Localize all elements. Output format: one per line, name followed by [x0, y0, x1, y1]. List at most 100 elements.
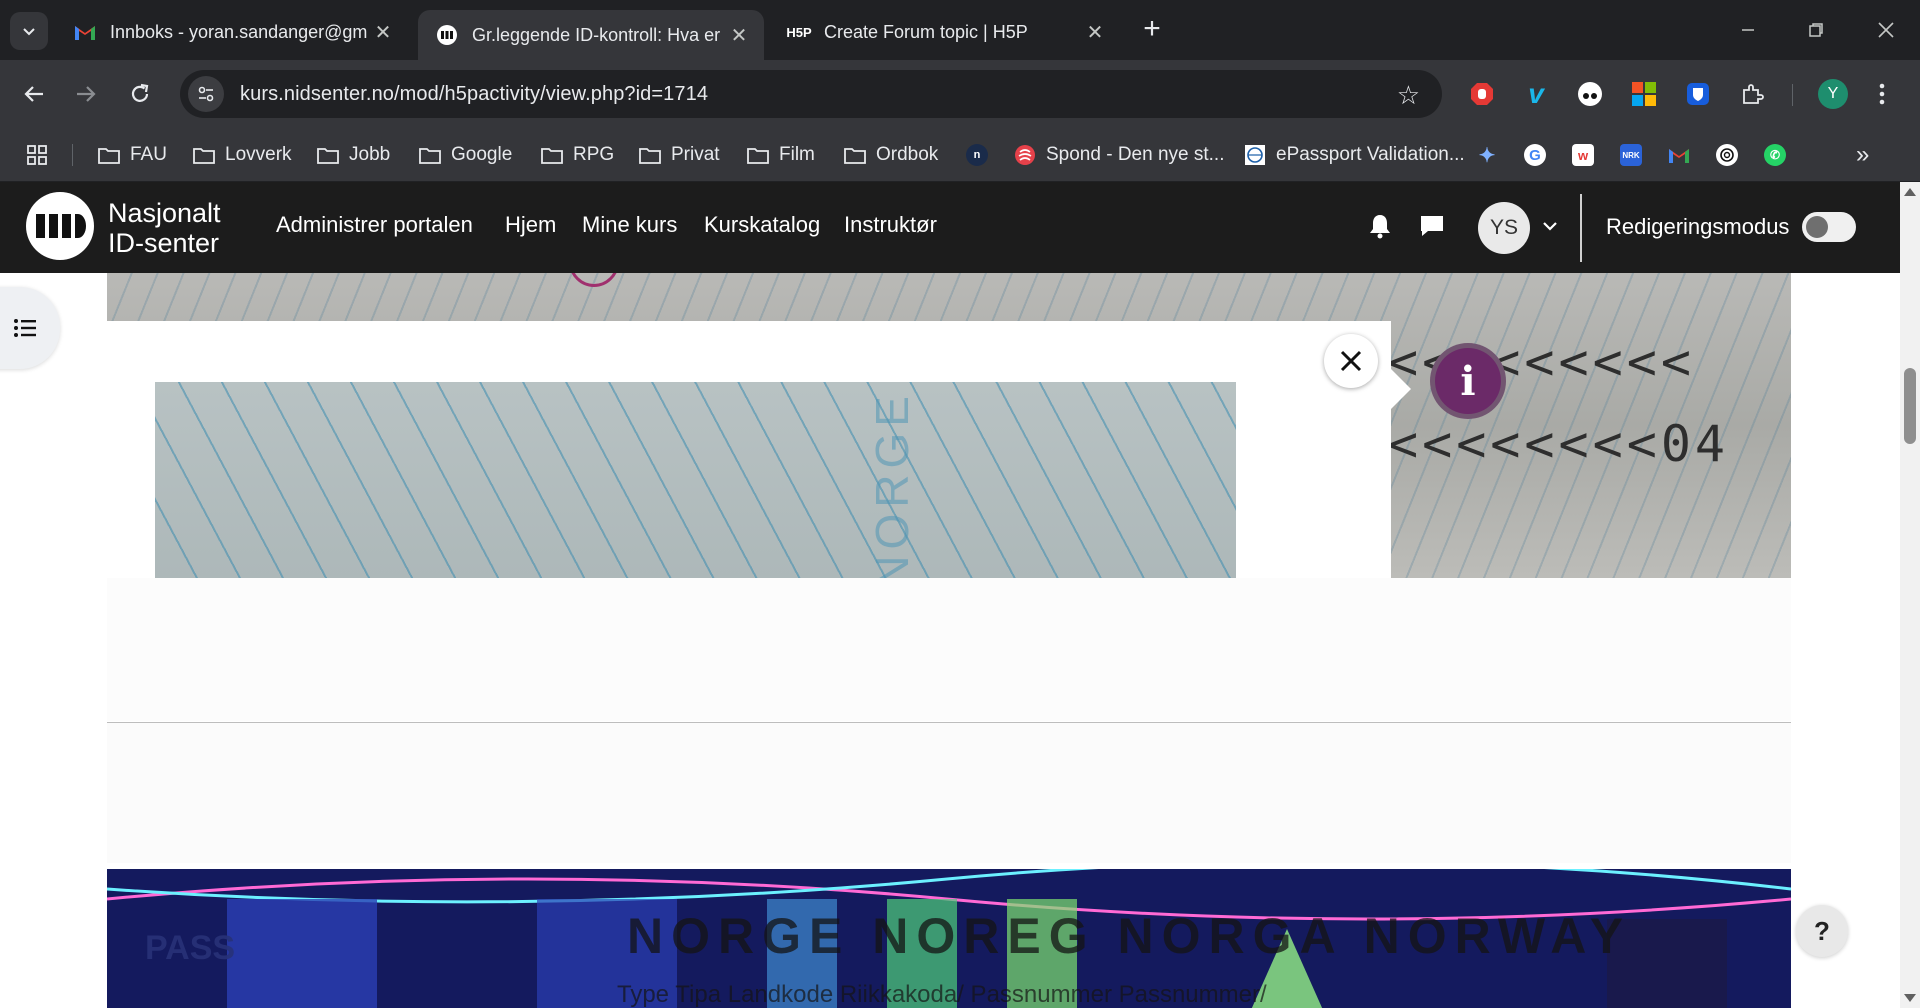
restore-button[interactable]: [1786, 10, 1846, 50]
apps-grid-icon[interactable]: [26, 128, 48, 182]
toggle-knob: [1806, 216, 1828, 238]
tampermonkey-extension-icon[interactable]: [1574, 78, 1606, 110]
scrollbar-thumb[interactable]: [1904, 368, 1916, 444]
bookmark-film[interactable]: Film: [747, 128, 815, 182]
nav-hjem[interactable]: Hjem: [505, 212, 556, 238]
folder-icon: [317, 144, 339, 166]
folder-icon: [541, 144, 563, 166]
bookmark-label: Lovverk: [225, 144, 292, 165]
popup-image: NORGE: [155, 382, 1236, 578]
nidsenter-logo-icon[interactable]: [26, 192, 94, 260]
nav-mine-kurs[interactable]: Mine kurs: [582, 212, 677, 238]
tab-title: Gr.leggende ID-kontroll: Hva er: [472, 24, 721, 45]
bookmark-label: Privat: [671, 144, 720, 165]
bookmark-google[interactable]: Google: [419, 128, 512, 182]
gmail-icon: [74, 21, 96, 43]
extensions-puzzle-icon[interactable]: [1736, 78, 1768, 110]
google-bookmark-icon[interactable]: G: [1524, 144, 1546, 166]
bookmark-label: ePassport Validation...: [1276, 144, 1465, 165]
microsoft-extension-icon[interactable]: [1628, 78, 1660, 110]
bookmark-epassport[interactable]: ePassport Validation...: [1244, 128, 1465, 182]
bookmark-spond[interactable]: Spond - Den nye st...: [1014, 128, 1225, 182]
reload-button[interactable]: [120, 74, 160, 114]
folder-icon: [747, 144, 769, 166]
tab-title: Create Forum topic | H5P: [824, 21, 1028, 42]
uv-passport-image: PASS NORGE NOREG NORGA NORWAY Type Tipa …: [107, 869, 1791, 1008]
close-icon: [1878, 22, 1894, 38]
back-arrow-icon: [24, 86, 43, 102]
user-menu-chevron-down-icon[interactable]: [1536, 212, 1564, 240]
tab-nidsenter[interactable]: Gr.leggende ID-kontroll: Hva er ✕: [418, 10, 764, 60]
uv-country-title: NORGE NOREG NORGA NORWAY: [627, 908, 1632, 964]
close-tab-icon[interactable]: ✕: [370, 19, 396, 45]
bookmark-label: Jobb: [349, 144, 391, 165]
icao-icon: [1244, 144, 1266, 166]
chrome-menu-icon[interactable]: [1866, 78, 1898, 110]
gmail-bookmark-icon[interactable]: [1668, 144, 1690, 166]
bookmark-ordbok[interactable]: Ordbok: [844, 128, 938, 182]
tab-strip: Innboks - yoran.sandanger@gm ✕ Gr.leggen…: [0, 0, 1920, 60]
wordle-bookmark-icon[interactable]: w: [1572, 144, 1594, 166]
mrz-line-2: <<<<<<<<04: [1388, 415, 1730, 473]
minimize-button[interactable]: [1718, 10, 1778, 50]
toolbar-divider: [1792, 84, 1793, 106]
nav-administrer-portalen[interactable]: Administrer portalen: [276, 212, 473, 238]
vimeo-extension-icon[interactable]: v: [1520, 78, 1552, 110]
help-button[interactable]: ?: [1796, 905, 1848, 957]
tab-search-button[interactable]: [10, 12, 48, 50]
edit-mode-toggle[interactable]: [1802, 212, 1856, 242]
logo-line2: ID-senter: [108, 228, 220, 258]
tab-h5p[interactable]: H5P Create Forum topic | H5P ✕: [770, 10, 1120, 54]
nav-instruktor[interactable]: Instruktør: [844, 212, 937, 238]
naob-bookmark-icon[interactable]: n: [966, 144, 988, 166]
bookmark-label: FAU: [130, 144, 167, 165]
bitwarden-extension-icon[interactable]: [1682, 78, 1714, 110]
popup-close-button[interactable]: [1324, 334, 1378, 388]
reload-icon: [131, 83, 149, 102]
page-scrollbar[interactable]: [1900, 182, 1920, 1008]
close-tab-icon[interactable]: ✕: [1082, 19, 1108, 45]
nav-kurskatalog[interactable]: Kurskatalog: [704, 212, 820, 238]
scroll-up-arrow-icon[interactable]: [1904, 188, 1916, 196]
info-hotspot-icon[interactable]: i: [1430, 343, 1506, 419]
url-text: kurs.nidsenter.no/mod/h5pactivity/view.p…: [240, 82, 709, 105]
folder-icon: [844, 144, 866, 166]
bookmarks-bar: FAU Lovverk Jobb Google RPG Privat Film …: [0, 128, 1920, 182]
bookmark-jobb[interactable]: Jobb: [317, 128, 390, 182]
user-avatar[interactable]: YS: [1478, 202, 1530, 254]
site-info-icon[interactable]: [188, 76, 224, 112]
tab-gmail[interactable]: Innboks - yoran.sandanger@gm ✕: [56, 10, 408, 54]
h5p-icon: H5P: [786, 24, 812, 40]
tab-title: Innboks - yoran.sandanger@gm: [110, 21, 368, 42]
whatsapp-bookmark-icon[interactable]: ✆: [1764, 144, 1786, 166]
back-button[interactable]: [14, 74, 54, 114]
address-bar[interactable]: kurs.nidsenter.no/mod/h5pactivity/view.p…: [180, 70, 1442, 118]
gemini-bookmark-icon[interactable]: ✦: [1476, 144, 1498, 167]
bookmark-fau[interactable]: FAU: [98, 128, 167, 182]
logo-text[interactable]: Nasjonalt ID-senter: [108, 198, 221, 258]
bookmark-rpg[interactable]: RPG: [541, 128, 614, 182]
messages-icon[interactable]: [1418, 212, 1446, 240]
spond-icon: [1014, 144, 1036, 166]
forward-button[interactable]: [66, 74, 106, 114]
header-divider: [1580, 194, 1582, 262]
close-tab-icon[interactable]: ✕: [726, 22, 752, 48]
profile-avatar[interactable]: Y: [1818, 79, 1848, 109]
new-tab-button[interactable]: +: [1136, 14, 1168, 46]
bookmark-star-icon[interactable]: ☆: [1397, 80, 1420, 111]
nrk-bookmark-icon[interactable]: NRK: [1620, 144, 1642, 166]
forward-arrow-icon: [77, 86, 96, 102]
bookmarks-overflow-icon[interactable]: »: [1856, 128, 1869, 182]
notification-bell-icon[interactable]: [1366, 212, 1394, 240]
close-window-button[interactable]: [1856, 10, 1916, 50]
popup-pointer: [1391, 369, 1411, 409]
bookmark-lovverk[interactable]: Lovverk: [193, 128, 292, 182]
chatgpt-bookmark-icon[interactable]: [1716, 144, 1738, 166]
bookmark-privat[interactable]: Privat: [639, 128, 720, 182]
course-index-toggle[interactable]: [0, 287, 60, 369]
adblock-extension-icon[interactable]: [1466, 78, 1498, 110]
scroll-down-arrow-icon[interactable]: [1904, 994, 1916, 1002]
folder-icon: [193, 144, 215, 166]
bookmark-label: Ordbok: [876, 144, 939, 165]
bookmark-label: RPG: [573, 144, 615, 165]
